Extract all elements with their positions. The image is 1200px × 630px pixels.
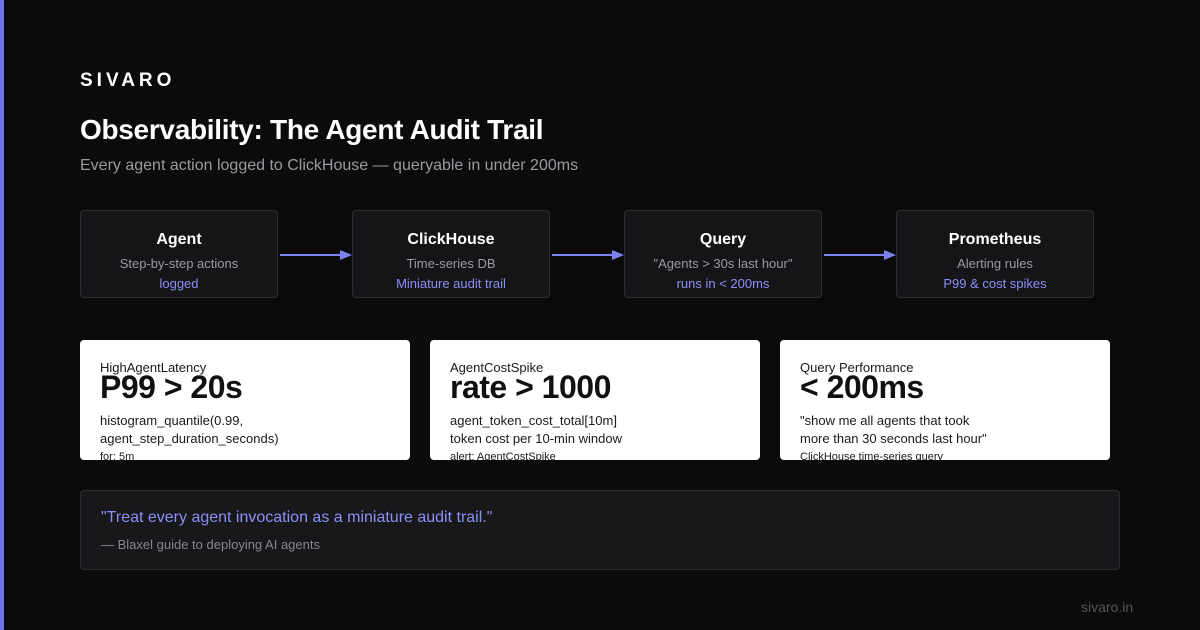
metric-card-latency: HighAgentLatency P99 > 20s histogram_qua…: [80, 340, 410, 460]
flow-node-title: Agent: [156, 231, 202, 248]
flow-node-description: Step-by-step actions: [119, 256, 239, 271]
card-details: histogram_quantile(0.99, agent_step_dura…: [100, 412, 390, 448]
card-details: "show me all agents that took more than …: [800, 412, 1090, 448]
flow-node-prometheus: Prometheus Alerting rules P99 & cost spi…: [896, 210, 1094, 298]
flow-node-agent: Agent Step-by-step actions logged: [80, 210, 278, 298]
flow-node-title: Query: [699, 231, 747, 248]
card-details: agent_token_cost_total[10m] token cost p…: [450, 412, 740, 448]
card-detail-line: more than 30 seconds last hour": [800, 431, 987, 446]
flow-arrow-3: [824, 250, 896, 260]
metric-card-cost: AgentCostSpike rate > 1000 agent_token_c…: [430, 340, 760, 460]
card-detail-line: agent_step_duration_seconds): [100, 431, 279, 446]
flow-node-description: "Agents > 30s last hour": [653, 256, 793, 271]
card-footer: alert: AgentCostSpike: [450, 451, 556, 460]
flow-node-clickhouse: ClickHouse Time-series DB Miniature audi…: [352, 210, 550, 298]
page-title: Observability: The Agent Audit Trail: [80, 114, 544, 145]
flow-node-description: Alerting rules: [957, 256, 1033, 271]
flow-node-title: ClickHouse: [407, 231, 495, 248]
card-detail-line: histogram_quantile(0.99,: [100, 413, 244, 428]
page-subtitle: Every agent action logged to ClickHouse …: [80, 157, 579, 174]
card-footer: ClickHouse time-series query: [800, 451, 944, 460]
card-footer: for: 5m: [100, 451, 135, 460]
flow-node-title: Prometheus: [948, 231, 1042, 248]
flow-arrow-2: [552, 250, 624, 260]
footer-url: sivaro.in: [1081, 599, 1134, 615]
brand-logo: SIVARO: [80, 70, 176, 91]
quote-box: "Treat every agent invocation as a minia…: [80, 490, 1120, 570]
card-detail-line: agent_token_cost_total[10m]: [450, 413, 617, 428]
flow-node-note: runs in < 200ms: [676, 276, 770, 291]
flow-node-note: logged: [159, 276, 199, 291]
quote-text: "Treat every agent invocation as a minia…: [101, 509, 493, 526]
flow-node-query: Query "Agents > 30s last hour" runs in <…: [624, 210, 822, 298]
card-metric: < 200ms: [800, 369, 924, 405]
card-detail-line: "show me all agents that took: [800, 413, 970, 428]
flow-node-note: P99 & cost spikes: [943, 276, 1047, 291]
card-detail-line: token cost per 10-min window: [450, 431, 622, 446]
metric-card-query: Query Performance < 200ms "show me all a…: [780, 340, 1110, 460]
flow-arrow-1: [280, 250, 352, 260]
flow-node-note: Miniature audit trail: [396, 276, 506, 291]
flow-node-description: Time-series DB: [406, 256, 496, 271]
left-accent-bar: [0, 0, 4, 630]
card-metric: rate > 1000: [450, 369, 611, 405]
quote-attribution: — Blaxel guide to deploying AI agents: [101, 537, 320, 552]
card-metric: P99 > 20s: [100, 369, 243, 405]
